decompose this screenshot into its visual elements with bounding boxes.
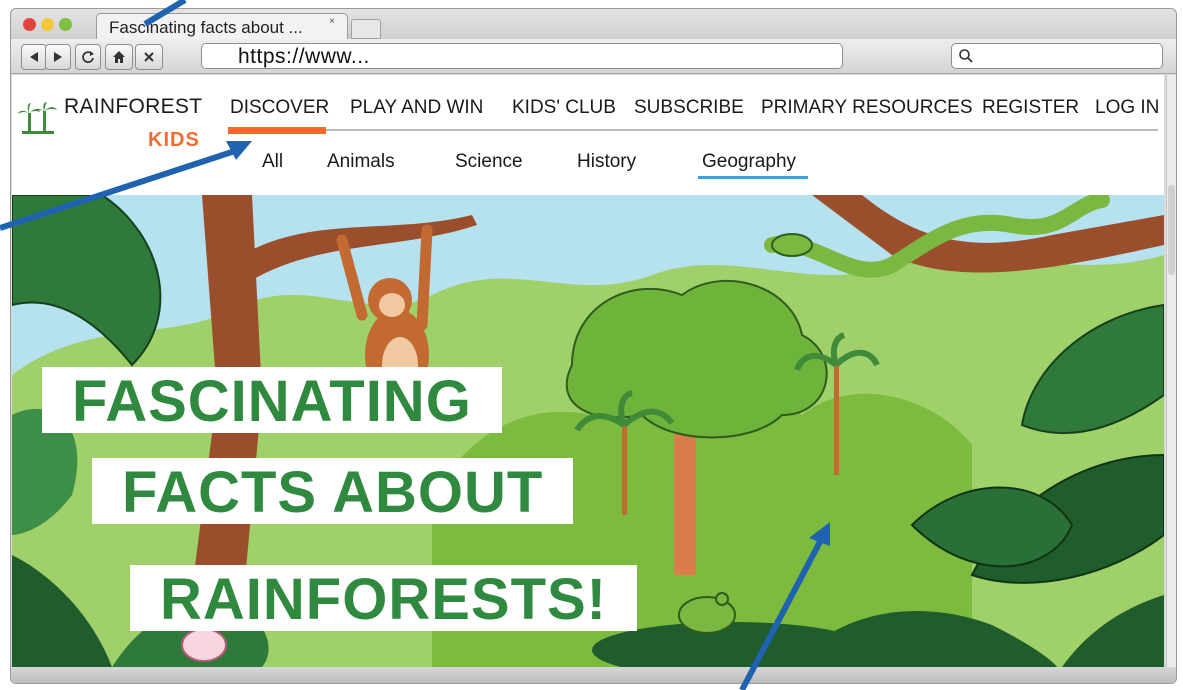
arrow-to-tab-title — [143, 0, 187, 27]
arrow-to-illustration — [739, 536, 825, 690]
arrow-to-discover — [0, 147, 239, 231]
annotation-arrows — [0, 0, 830, 690]
